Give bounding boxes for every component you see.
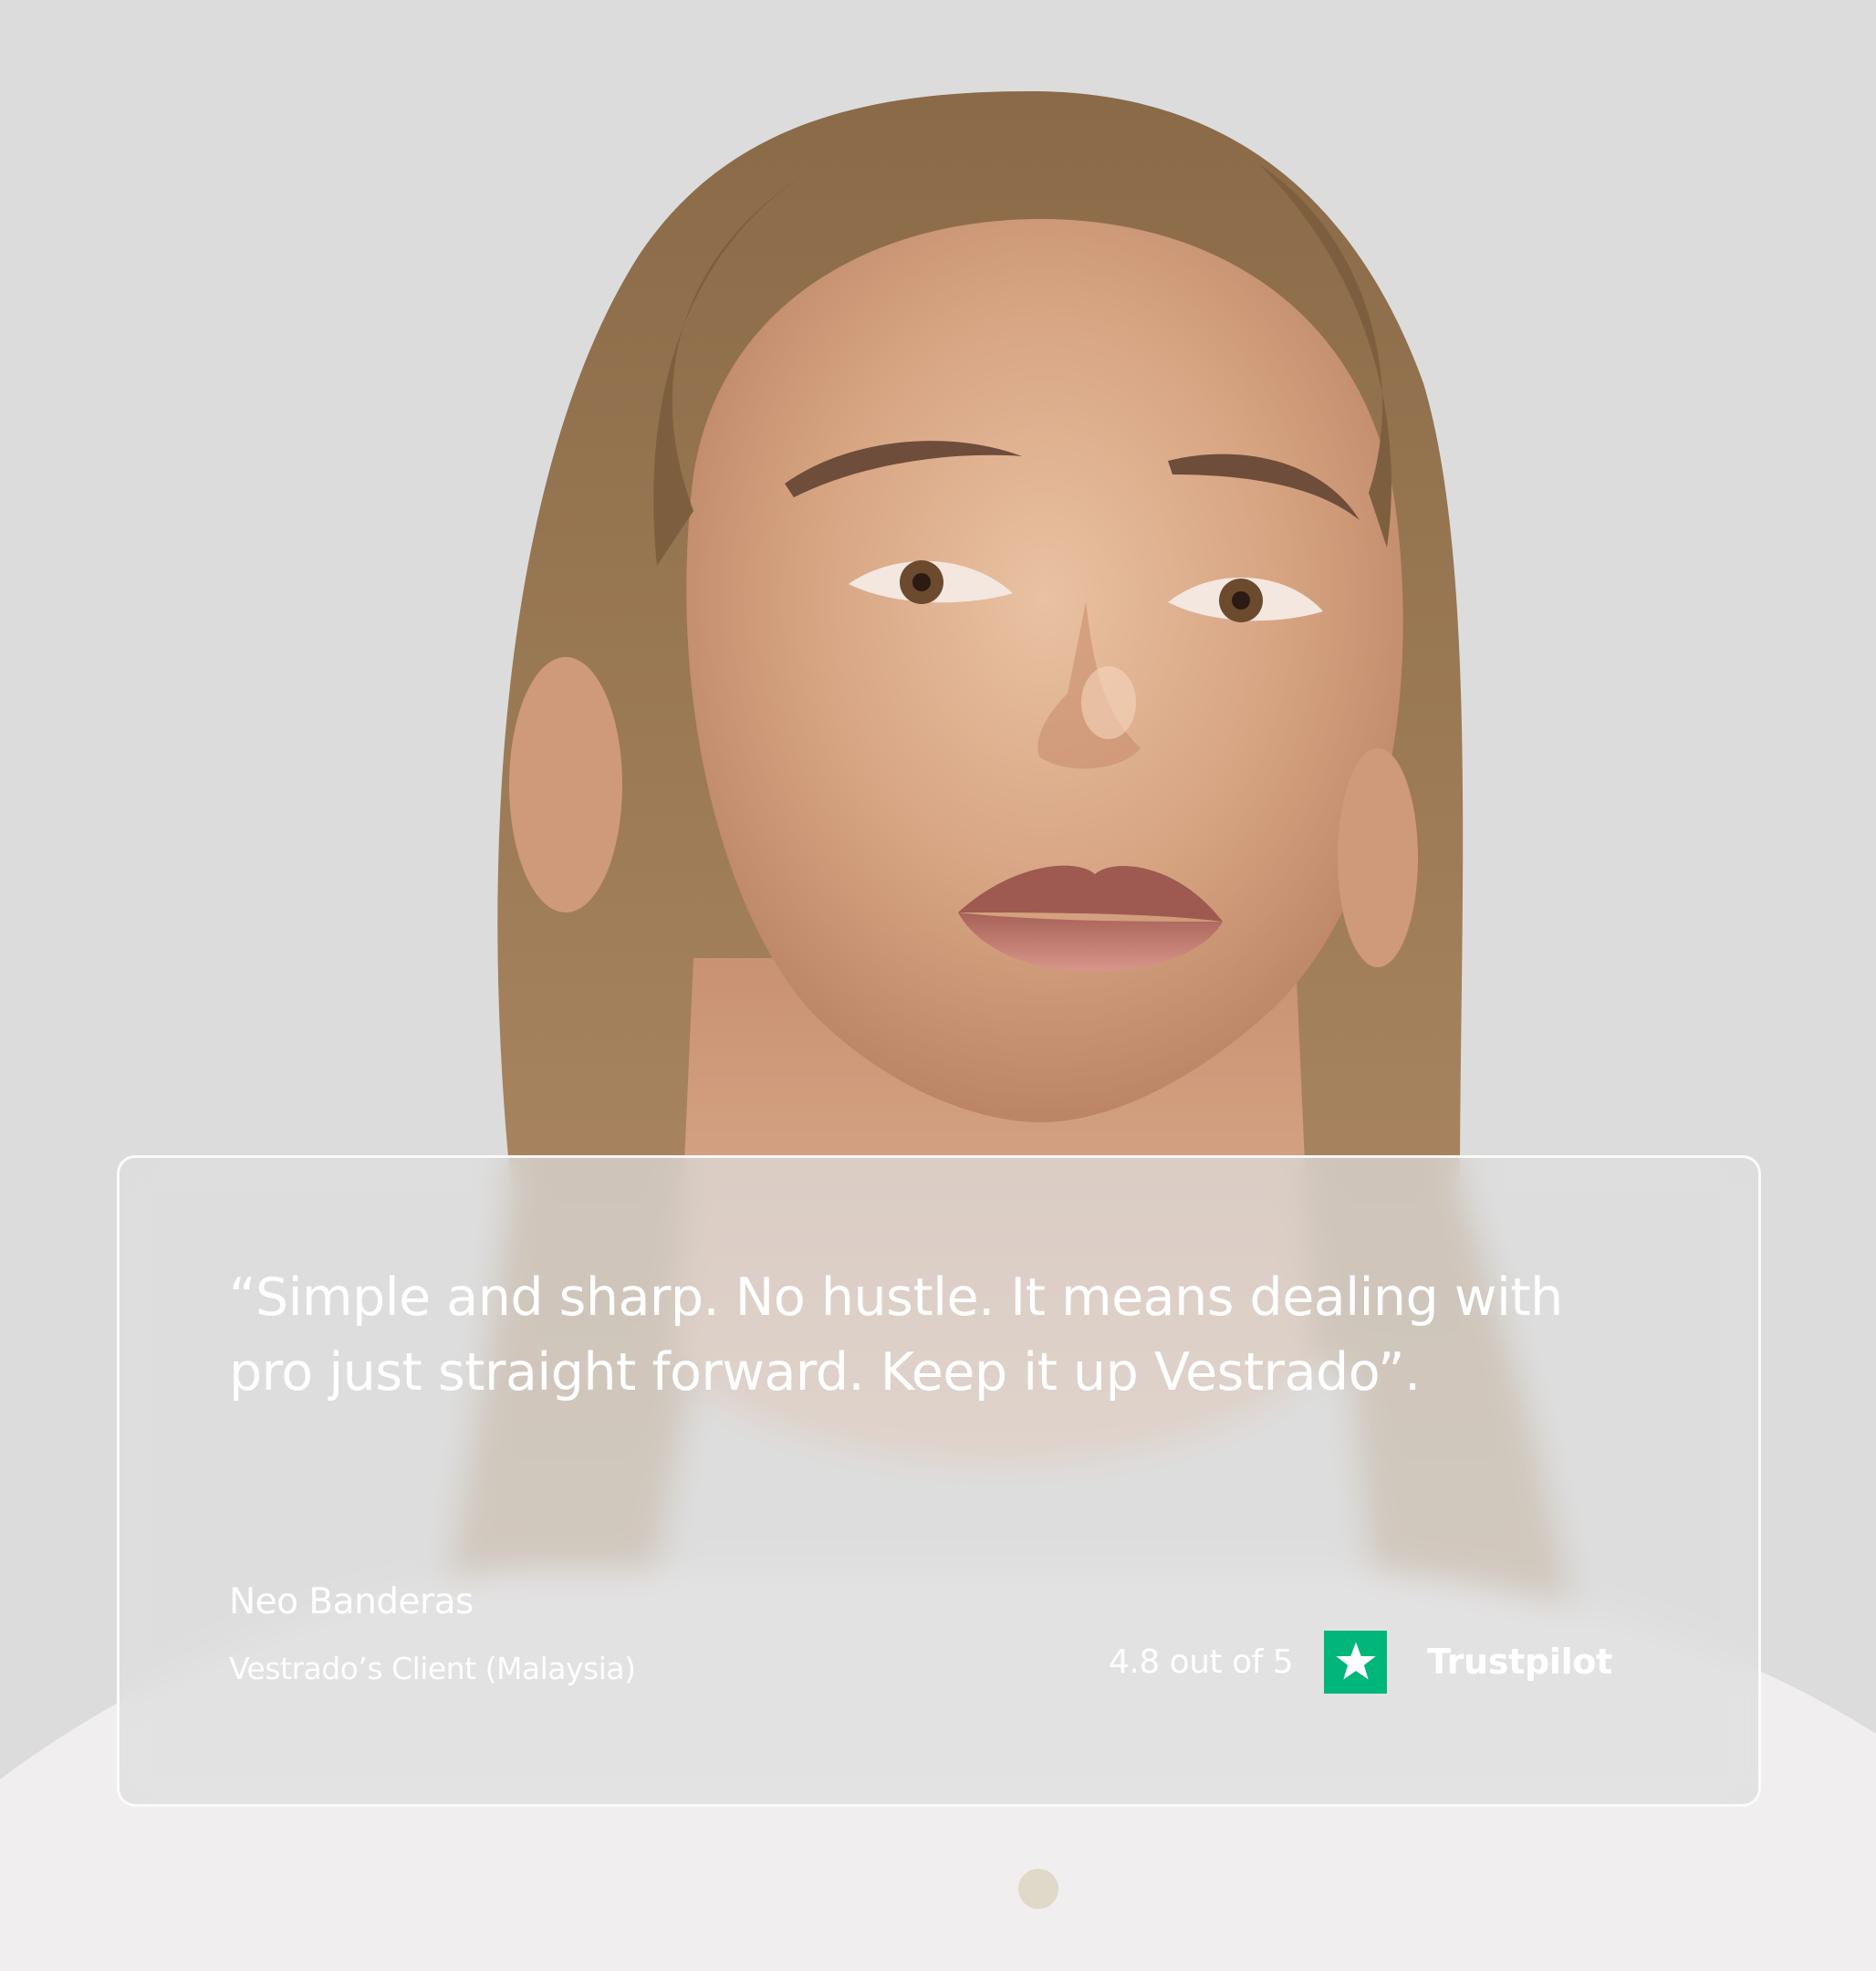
testimonial-quote-line-2: pro just straight forward. Keep it up Ve… [229, 1342, 1421, 1403]
author-role: Vestrado’s Client (Malaysia) [229, 1651, 636, 1686]
testimonial-card: “Simple and sharp. No hustle. It means d… [117, 1155, 1761, 1807]
trustpilot-star-icon [1324, 1630, 1388, 1694]
author-name: Neo Banderas [229, 1581, 474, 1622]
trustpilot-logo-text: Trustpilot [1427, 1642, 1612, 1682]
card-frosted-overlay [120, 1158, 1758, 1804]
testimonial-quote: “Simple and sharp. No hustle. It means d… [229, 1260, 1689, 1410]
rating-score-text: 4.8 out of 5 [1108, 1642, 1294, 1681]
trustpilot-rating[interactable]: 4.8 out of 5 Trustpilot [1109, 1627, 1612, 1696]
testimonial-quote-line-1: “Simple and sharp. No hustle. It means d… [229, 1267, 1563, 1328]
